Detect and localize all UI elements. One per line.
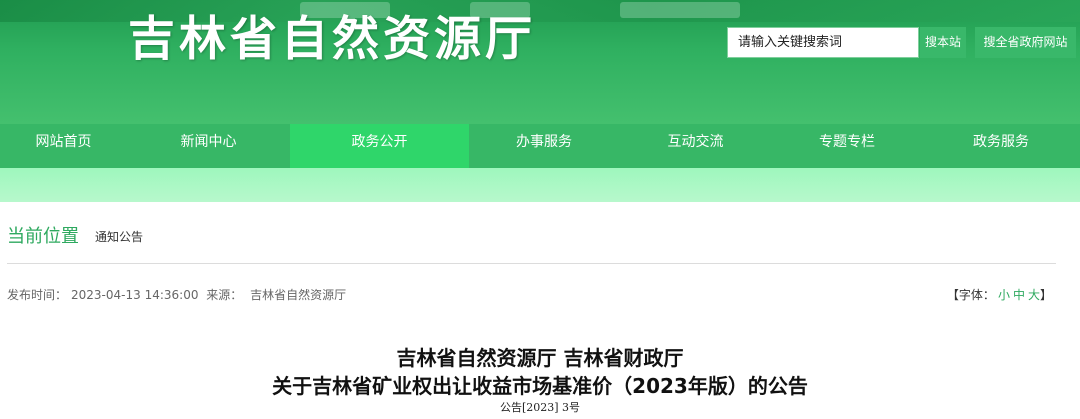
site-title[interactable]: 吉林省自然资源厅 [128, 10, 536, 70]
divider [7, 263, 1056, 264]
main-nav: 网站首页 新闻中心 政务公开 办事服务 互动交流 专题专栏 政务服务 [0, 124, 1080, 168]
publish-time: 2023-04-13 14:36:00 [71, 288, 199, 302]
font-size-switcher: 【字体：小中大】 [947, 286, 1052, 303]
nav-item-gov-services[interactable]: 政务服务 [922, 124, 1080, 168]
header-decor-shape [620, 2, 740, 18]
nav-item-gov-affairs[interactable]: 政务公开 [290, 124, 469, 168]
search-input[interactable]: 请输入关键搜索词 [727, 27, 919, 58]
search-site-button[interactable]: 搜本站 [920, 27, 966, 58]
font-size-small[interactable]: 小 [998, 288, 1010, 302]
nav-item-news[interactable]: 新闻中心 [127, 124, 290, 168]
publish-time-label: 发布时间： [7, 288, 68, 302]
nav-item-topics[interactable]: 专题专栏 [772, 124, 922, 168]
font-size-medium[interactable]: 中 [1013, 288, 1025, 302]
nav-item-services[interactable]: 办事服务 [469, 124, 619, 168]
nav-item-interaction[interactable]: 互动交流 [619, 124, 772, 168]
font-size-large[interactable]: 大 [1028, 288, 1040, 302]
search-all-button[interactable]: 搜全省政府网站 [975, 27, 1076, 58]
article-meta: 发布时间： 2023-04-13 14:36:00 来源： 吉林省自然资源厅 [7, 286, 350, 303]
source-value: 吉林省自然资源厅 [250, 288, 347, 302]
article-content: 当前位置 通知公告 发布时间： 2023-04-13 14:36:00 来源： 吉… [0, 202, 1080, 419]
font-size-close: 】 [1039, 288, 1052, 302]
site-header: 吉林省自然资源厅 请输入关键搜索词 搜本站 搜全省政府网站 [0, 0, 1080, 124]
nav-item-home[interactable]: 网站首页 [0, 124, 127, 168]
font-size-label: 【字体： [946, 288, 995, 302]
article-title-line1: 吉林省自然资源厅 吉林省财政厅 [396, 346, 684, 370]
nav-under-band [0, 168, 1080, 202]
source-label: 来源： [206, 288, 243, 302]
document-number: 公告[2023] 3号 [499, 401, 581, 414]
article-title-line2: 关于吉林省矿业权出让收益市场基准价（2023年版）的公告 [272, 374, 808, 398]
breadcrumb-title: 当前位置 [7, 226, 79, 247]
breadcrumb-current-link[interactable]: 通知公告 [95, 228, 143, 245]
